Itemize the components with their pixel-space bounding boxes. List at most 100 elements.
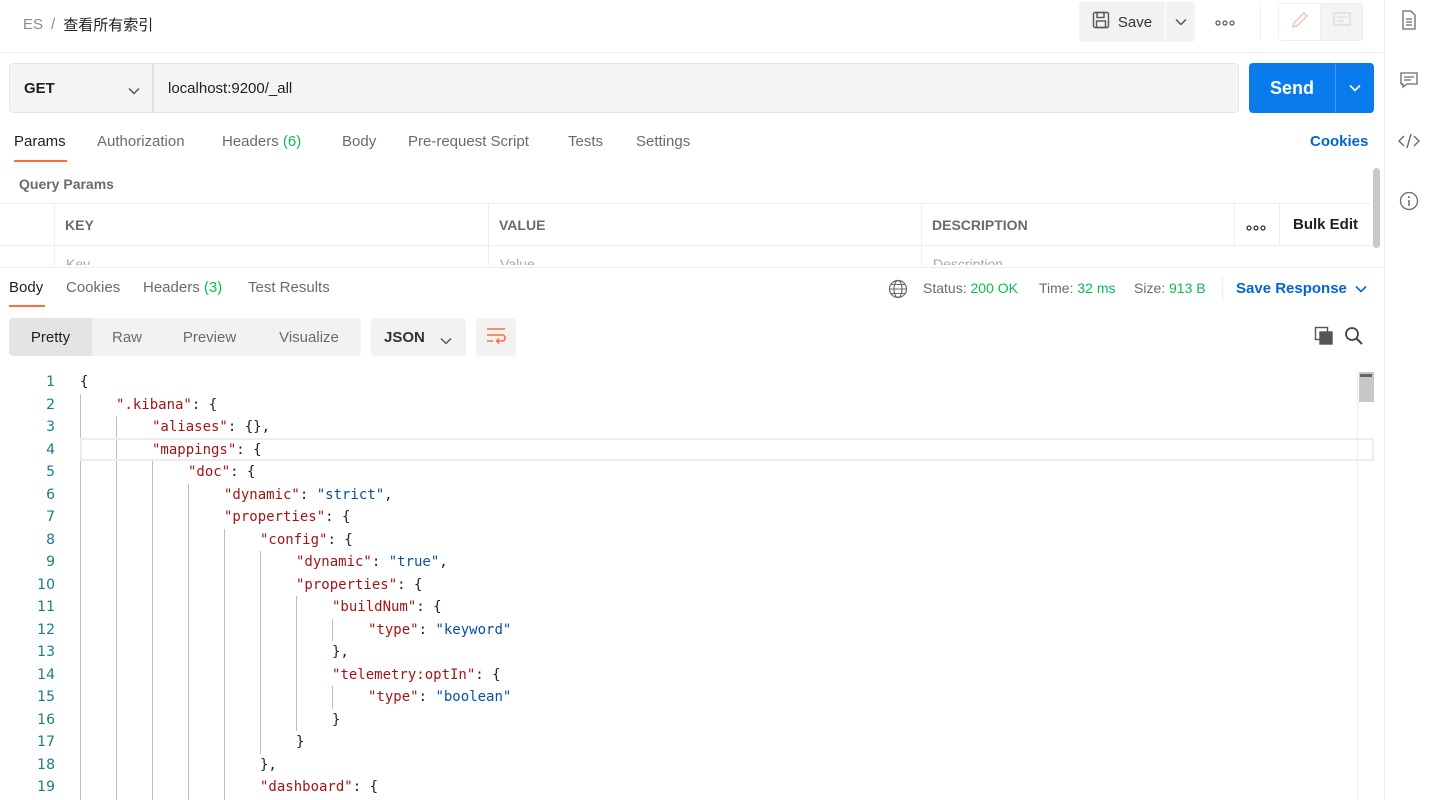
tab-tests[interactable]: Tests <box>568 133 603 150</box>
json-punctuation: }, <box>332 644 349 660</box>
table-options-button[interactable] <box>1246 218 1266 236</box>
editor-scrollbar[interactable] <box>1357 370 1374 800</box>
tab-body[interactable]: Body <box>342 133 376 150</box>
json-punctuation: : {}, <box>227 419 271 435</box>
scrollbar-marker <box>1360 374 1372 377</box>
pane-divider[interactable] <box>0 267 1384 268</box>
value-input[interactable]: Value <box>500 256 535 265</box>
line-number: 7 <box>46 509 55 525</box>
copy-icon[interactable] <box>1314 326 1334 351</box>
info-icon <box>1399 191 1419 216</box>
view-visualize-button[interactable]: Visualize <box>257 318 361 356</box>
line-number: 6 <box>46 486 55 503</box>
view-pretty-button[interactable]: Pretty <box>9 318 92 356</box>
code-text: "dynamic": "strict", <box>224 484 393 506</box>
code-line: 16} <box>0 709 1374 731</box>
json-key: "dynamic" <box>296 554 372 570</box>
json-key: "properties" <box>224 509 326 525</box>
comment-icon <box>1399 71 1419 94</box>
line-number: 2 <box>46 396 55 413</box>
response-tab-cookies[interactable]: Cookies <box>66 279 120 296</box>
globe-icon[interactable] <box>888 279 908 304</box>
view-preview-button[interactable]: Preview <box>162 318 257 356</box>
search-icon[interactable] <box>1344 326 1364 351</box>
code-snippet-button[interactable] <box>1398 132 1420 155</box>
url-input[interactable]: localhost:9200/_all <box>153 63 1239 113</box>
floppy-disk-icon <box>1092 11 1110 33</box>
line-number: 5 <box>46 464 55 480</box>
tab-settings[interactable]: Settings <box>636 133 690 150</box>
response-tab-body[interactable]: Body <box>9 279 43 296</box>
tab-params[interactable]: Params <box>14 133 66 150</box>
comment-mode-button[interactable] <box>1321 4 1362 40</box>
edit-mode-button[interactable] <box>1279 4 1321 40</box>
json-punctuation: : <box>418 621 436 638</box>
col-header-value: VALUE <box>499 217 546 233</box>
cookies-link[interactable]: Cookies <box>1310 133 1368 150</box>
comments-button[interactable] <box>1399 71 1419 94</box>
tab-count-badge: (3) <box>203 279 223 296</box>
response-tab-headers[interactable]: Headers (3) <box>143 279 222 296</box>
view-raw-button[interactable]: Raw <box>92 318 162 356</box>
tab-label: Body <box>9 279 44 296</box>
line-number: 9 <box>46 554 55 570</box>
save-response-button[interactable]: Save Response <box>1236 280 1367 297</box>
size-indicator[interactable]: Size: 913 B <box>1134 280 1206 296</box>
code-line: 19 "dashboard": { <box>0 776 1374 798</box>
tab-label: Pre-request Script <box>408 133 529 150</box>
json-punctuation: , <box>384 486 393 503</box>
postman-app: ES / 查看所有索引 Save GET localhost:9200/_all… <box>0 0 1431 800</box>
chevron-down-icon <box>1355 280 1367 297</box>
send-options-button[interactable] <box>1335 63 1374 113</box>
wrap-lines-icon <box>485 326 507 349</box>
bulk-edit-button[interactable]: Bulk Edit <box>1293 216 1358 233</box>
info-button[interactable] <box>1399 191 1419 216</box>
tab-authorization[interactable]: Authorization <box>97 133 185 150</box>
send-button[interactable]: Send <box>1249 63 1335 113</box>
method-value: GET <box>24 79 55 97</box>
json-key: "type" <box>368 689 419 705</box>
code-text: } <box>332 709 340 731</box>
json-punctuation: : { <box>475 666 501 683</box>
code-text: "buildNum": { <box>332 596 442 618</box>
format-select[interactable]: JSON <box>371 318 466 356</box>
time-value: 32 ms <box>1077 280 1116 296</box>
url-value: localhost:9200/_all <box>168 79 293 97</box>
tab-label: Authorization <box>97 133 185 150</box>
code-line: 17} <box>0 731 1374 753</box>
code-text: "dynamic": "true", <box>296 551 448 573</box>
code-line: 18}, <box>0 754 1374 776</box>
breadcrumb-collection[interactable]: ES <box>23 16 43 33</box>
save-button[interactable]: Save <box>1079 2 1165 42</box>
format-value: JSON <box>384 328 425 346</box>
request-pane-scrollbar[interactable] <box>1373 168 1380 248</box>
table-col-divider <box>1234 204 1235 246</box>
documentation-button[interactable] <box>1399 9 1419 32</box>
code-icon <box>1398 132 1420 155</box>
json-string: "keyword" <box>435 621 512 638</box>
tab-label: Test Results <box>248 279 330 296</box>
wrap-lines-button[interactable] <box>476 318 516 356</box>
json-punctuation: : <box>418 689 436 705</box>
more-actions-button[interactable] <box>1212 12 1238 32</box>
description-input[interactable]: Description <box>933 256 1003 265</box>
json-punctuation: } <box>296 734 305 750</box>
tab-pre-request-script[interactable]: Pre-request Script <box>408 133 529 150</box>
ellipsis-icon <box>1246 218 1266 235</box>
json-punctuation: : <box>371 554 389 570</box>
tab-headers[interactable]: Headers (6) <box>222 133 301 150</box>
request-header: ES / 查看所有索引 Save <box>0 0 1384 53</box>
active-tab-indicator <box>14 160 67 162</box>
request-name[interactable]: 查看所有索引 <box>63 14 153 35</box>
method-select[interactable]: GET <box>9 63 153 113</box>
save-options-button[interactable] <box>1166 2 1195 42</box>
code-line: 8 "config": { <box>0 529 1374 551</box>
line-number: 12 <box>37 621 55 638</box>
response-tab-test-results[interactable]: Test Results <box>248 279 330 296</box>
response-body-editor[interactable]: 1{2 ".kibana": {3 "aliases": {}, 4 "mappings… <box>0 370 1384 800</box>
json-key: "config" <box>260 531 328 548</box>
key-input[interactable]: Key <box>66 256 90 265</box>
time-indicator[interactable]: Time: 32 ms <box>1039 280 1116 296</box>
status-indicator[interactable]: Status: 200 OK <box>923 280 1018 296</box>
query-params-title: Query Params <box>19 176 114 192</box>
